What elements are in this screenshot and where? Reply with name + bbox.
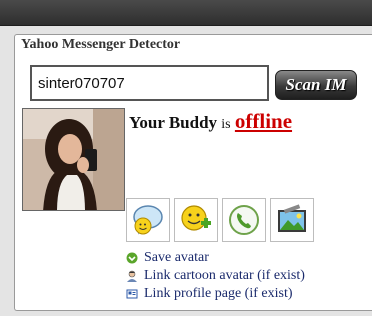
save-avatar-link[interactable]: Save avatar bbox=[126, 249, 305, 267]
profile-card-icon bbox=[126, 288, 138, 300]
status-prefix: Your Buddy bbox=[129, 113, 218, 132]
link-list: Save avatar Link cartoon avatar (if exis… bbox=[126, 249, 305, 303]
profile-page-link[interactable]: Link profile page (if exist) bbox=[126, 285, 305, 303]
top-bar bbox=[0, 0, 372, 26]
buddy-avatar bbox=[22, 108, 125, 211]
status-connector: is bbox=[221, 117, 231, 132]
call-icon bbox=[229, 205, 259, 235]
add-buddy-icon bbox=[181, 205, 211, 231]
cartoon-avatar-icon bbox=[126, 270, 138, 282]
profile-page-label: Link profile page (if exist) bbox=[144, 286, 293, 301]
chat-icon bbox=[133, 205, 163, 235]
cartoon-avatar-label: Link cartoon avatar (if exist) bbox=[144, 268, 305, 283]
add-buddy-button[interactable] bbox=[174, 198, 218, 242]
scan-im-button[interactable]: Scan IM bbox=[275, 70, 357, 100]
avatar-photo bbox=[23, 109, 124, 210]
save-avatar-label: Save avatar bbox=[144, 250, 209, 265]
cartoon-avatar-link[interactable]: Link cartoon avatar (if exist) bbox=[126, 267, 305, 285]
photo-icon bbox=[278, 204, 306, 232]
chat-button[interactable] bbox=[126, 198, 170, 242]
photo-button[interactable] bbox=[270, 198, 314, 242]
buddy-id-input[interactable] bbox=[30, 65, 269, 101]
buddy-status-line: Your Buddy is offline bbox=[129, 109, 292, 134]
save-arrow-icon bbox=[126, 252, 138, 264]
status-offline-badge: offline bbox=[234, 109, 293, 133]
app-title: Yahoo Messenger Detector bbox=[21, 37, 181, 52]
call-button[interactable] bbox=[222, 198, 266, 242]
